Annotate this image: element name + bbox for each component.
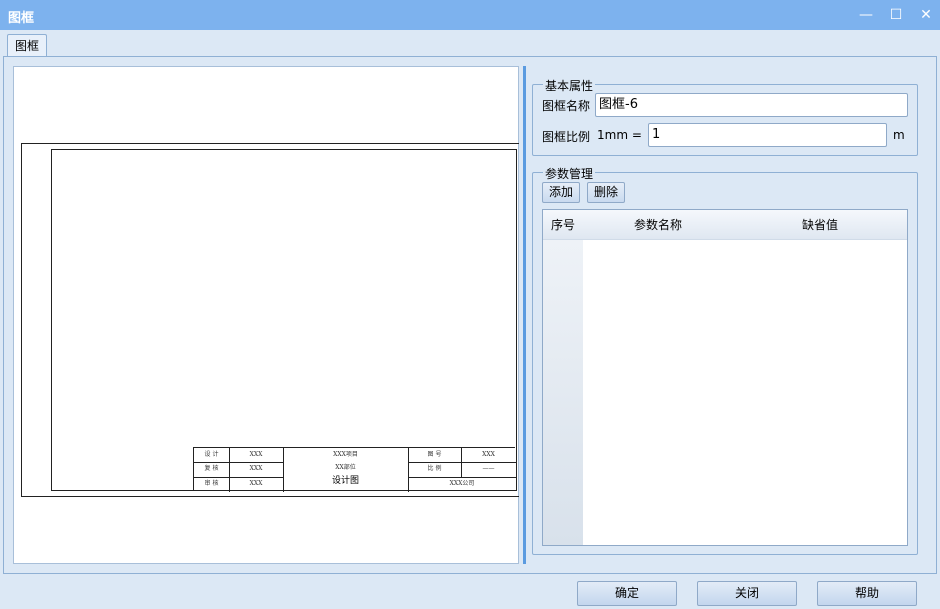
window-title: 图框	[8, 11, 35, 26]
basic-properties-legend: 基本属性	[543, 77, 596, 94]
frame-name-label: 图框名称	[542, 99, 591, 113]
close-icon[interactable]: ✕	[916, 5, 936, 25]
tb-design-label: 设 计	[204, 451, 219, 458]
inner-frame-border	[51, 149, 517, 491]
tb-drawing-no-label: 图 号	[427, 451, 442, 458]
column-header-default-value[interactable]: 缺省值	[733, 210, 907, 240]
ok-button[interactable]: 确定	[577, 581, 677, 606]
maximize-icon[interactable]: ☐	[886, 5, 906, 25]
tb-part: XX部位	[335, 464, 356, 471]
tb-design-value: XXX	[249, 451, 263, 458]
tab-strip: 图框	[0, 30, 940, 58]
frame-scale-input[interactable]: 1	[648, 123, 887, 147]
tb-review-value: XXX	[249, 465, 263, 472]
title-block: 设 计 复 核 审 核 XXX XXX XXX XXX项目 XX部位 设计图 图…	[193, 447, 516, 492]
help-button[interactable]: 帮助	[817, 581, 917, 606]
table-header: 序号 参数名称 缺省值	[543, 210, 907, 240]
tb-scale-value: ——	[482, 465, 495, 472]
scale-prefix-label: 1mm =	[597, 128, 642, 142]
add-button[interactable]: 添加	[542, 182, 580, 203]
delete-button[interactable]: 删除	[587, 182, 625, 203]
parameter-management-legend: 参数管理	[543, 165, 596, 182]
scale-unit-label: m	[893, 128, 905, 142]
title-bar: 图框 — ☐ ✕	[0, 0, 940, 30]
tb-drawing-title: 设计图	[331, 476, 359, 486]
tb-audit-label: 审 核	[204, 480, 219, 487]
tb-project: XXX项目	[333, 451, 358, 458]
frame-scale-label: 图框比例	[542, 130, 591, 144]
panel-splitter[interactable]	[523, 66, 526, 564]
frame-preview: 设 计 复 核 审 核 XXX XXX XXX XXX项目 XX部位 设计图 图…	[13, 66, 519, 564]
tb-drawing-no-value: XXX	[482, 451, 495, 458]
tb-review-label: 复 核	[204, 465, 219, 472]
column-header-index[interactable]: 序号	[543, 210, 583, 240]
tb-company: XXX公司	[449, 480, 475, 487]
parameter-table[interactable]: 序号 参数名称 缺省值	[542, 209, 908, 546]
minimize-icon[interactable]: —	[856, 5, 876, 25]
column-header-param-name[interactable]: 参数名称	[583, 210, 733, 240]
frame-name-input[interactable]: 图框-6	[595, 93, 908, 117]
tab-frame[interactable]: 图框	[7, 34, 47, 58]
close-button[interactable]: 关闭	[697, 581, 797, 606]
tb-scale-label: 比 例	[427, 465, 442, 472]
tb-audit-value: XXX	[249, 480, 263, 487]
row-header-column	[543, 240, 583, 545]
